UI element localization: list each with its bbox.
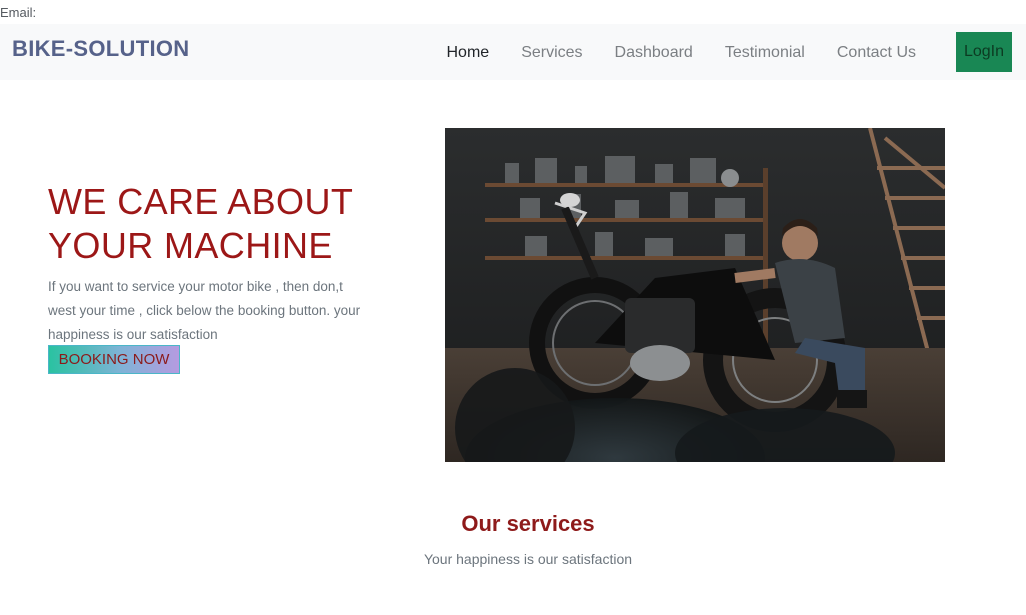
services-subtitle: Your happiness is our satisfaction xyxy=(423,551,633,567)
services-title: Our services xyxy=(461,511,595,536)
nav-links: Home Services Dashboard Testimonial Cont… xyxy=(431,43,933,63)
nav-link-contact-us[interactable]: Contact Us xyxy=(821,43,932,63)
mechanic-motorbike-photo-icon xyxy=(445,128,945,462)
nav-link-testimonial[interactable]: Testimonial xyxy=(709,43,821,63)
nav-link-home[interactable]: Home xyxy=(431,43,506,63)
booking-now-button[interactable]: BOOKING NOW xyxy=(48,345,180,374)
hero-description: If you want to service your motor bike ,… xyxy=(48,279,361,342)
nav-link-services[interactable]: Services xyxy=(505,43,598,63)
login-button[interactable]: LogIn xyxy=(956,32,1012,72)
email-label: Email: xyxy=(0,5,37,20)
hero-image xyxy=(445,128,945,462)
navbar: BIKE-SOLUTION Home Services Dashboard Te… xyxy=(0,24,1026,80)
nav-link-dashboard[interactable]: Dashboard xyxy=(599,43,709,63)
hero-title: WE CARE ABOUT YOUR MACHINE xyxy=(48,181,353,266)
brand-logo[interactable]: BIKE-SOLUTION xyxy=(12,36,189,62)
